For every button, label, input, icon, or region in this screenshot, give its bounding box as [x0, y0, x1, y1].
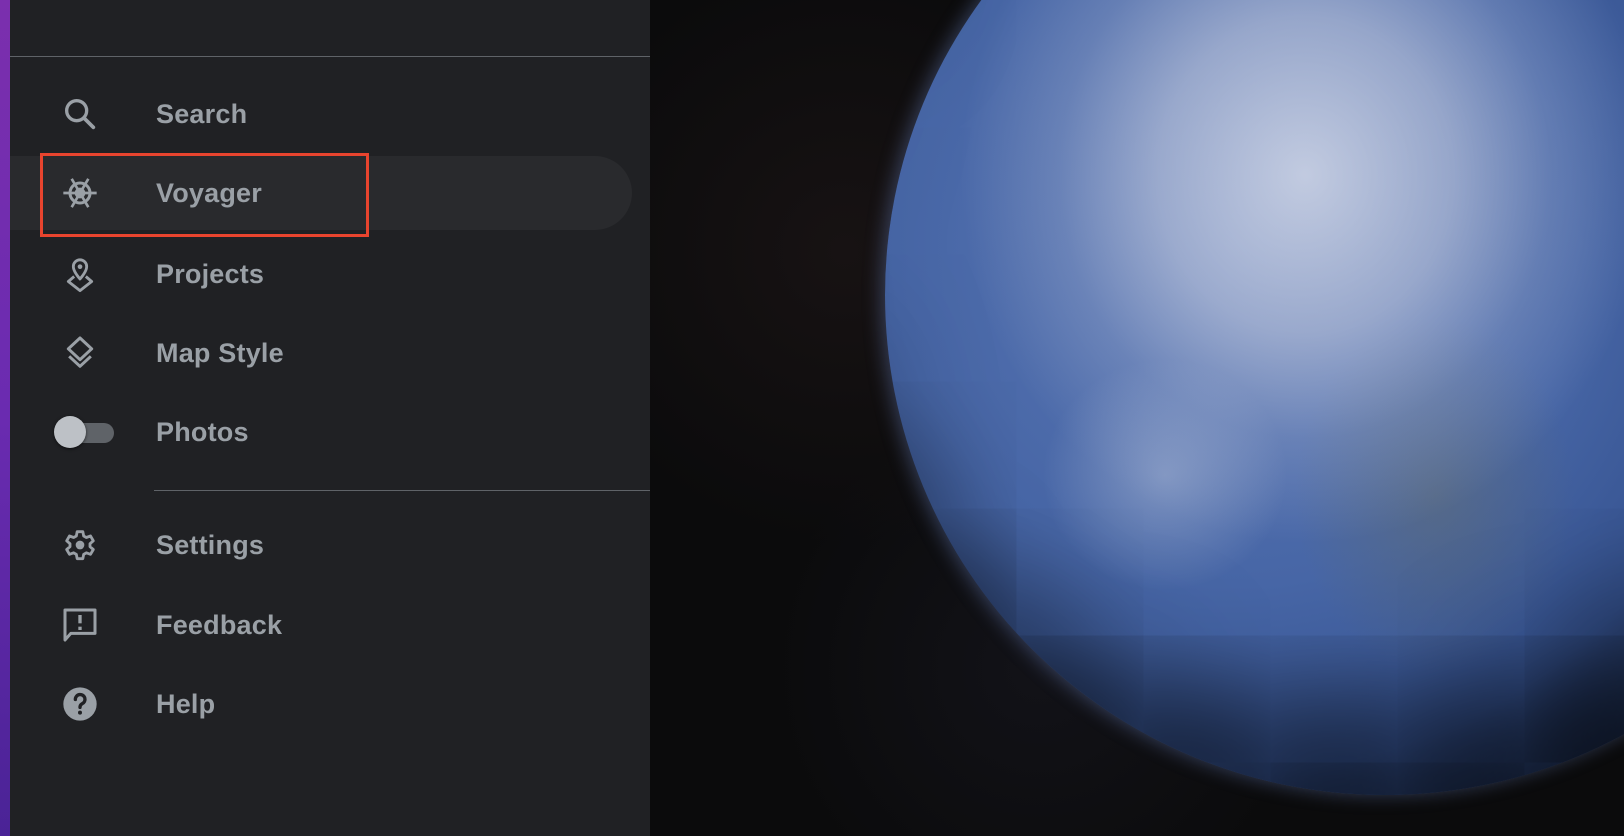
photos-toggle[interactable] [54, 415, 114, 449]
sidebar-item-label: Voyager [156, 177, 262, 208]
sidebar-item-settings[interactable]: Settings [10, 508, 632, 582]
sidebar-item-label: Feedback [156, 609, 283, 640]
sidebar-item-photos[interactable]: Photos [10, 395, 632, 469]
sidebar-item-label: Map Style [156, 337, 284, 368]
sidebar-item-search[interactable]: Search [10, 77, 632, 151]
help-icon [60, 684, 100, 724]
sidebar-item-feedback[interactable]: Feedback [10, 588, 632, 662]
sidebar-item-help[interactable]: Help [10, 667, 632, 741]
map-pin-layers-icon [60, 254, 100, 294]
sidebar-item-voyager[interactable]: Voyager [10, 156, 632, 230]
ship-wheel-icon [60, 173, 100, 213]
map-canvas[interactable] [650, 0, 1624, 836]
feedback-icon [60, 605, 100, 645]
toggle-thumb [54, 416, 86, 448]
divider [10, 56, 650, 57]
earth-globe[interactable] [885, 0, 1624, 795]
sidebar-item-label: Search [156, 98, 248, 129]
sidebar-item-label: Photos [156, 416, 249, 447]
gear-icon [60, 525, 100, 565]
layers-icon [60, 333, 100, 373]
sidebar-item-map-style[interactable]: Map Style [10, 316, 632, 390]
search-icon [60, 94, 100, 134]
sidebar-item-label: Help [156, 688, 216, 719]
sidebar-item-projects[interactable]: Projects [10, 237, 632, 311]
sidebar-menu: Search Voyager Projects Map Style Photos… [10, 0, 650, 836]
sidebar-item-label: Projects [156, 258, 265, 289]
divider [154, 490, 650, 491]
sidebar-item-label: Settings [156, 529, 265, 560]
accent-strip [0, 0, 10, 836]
